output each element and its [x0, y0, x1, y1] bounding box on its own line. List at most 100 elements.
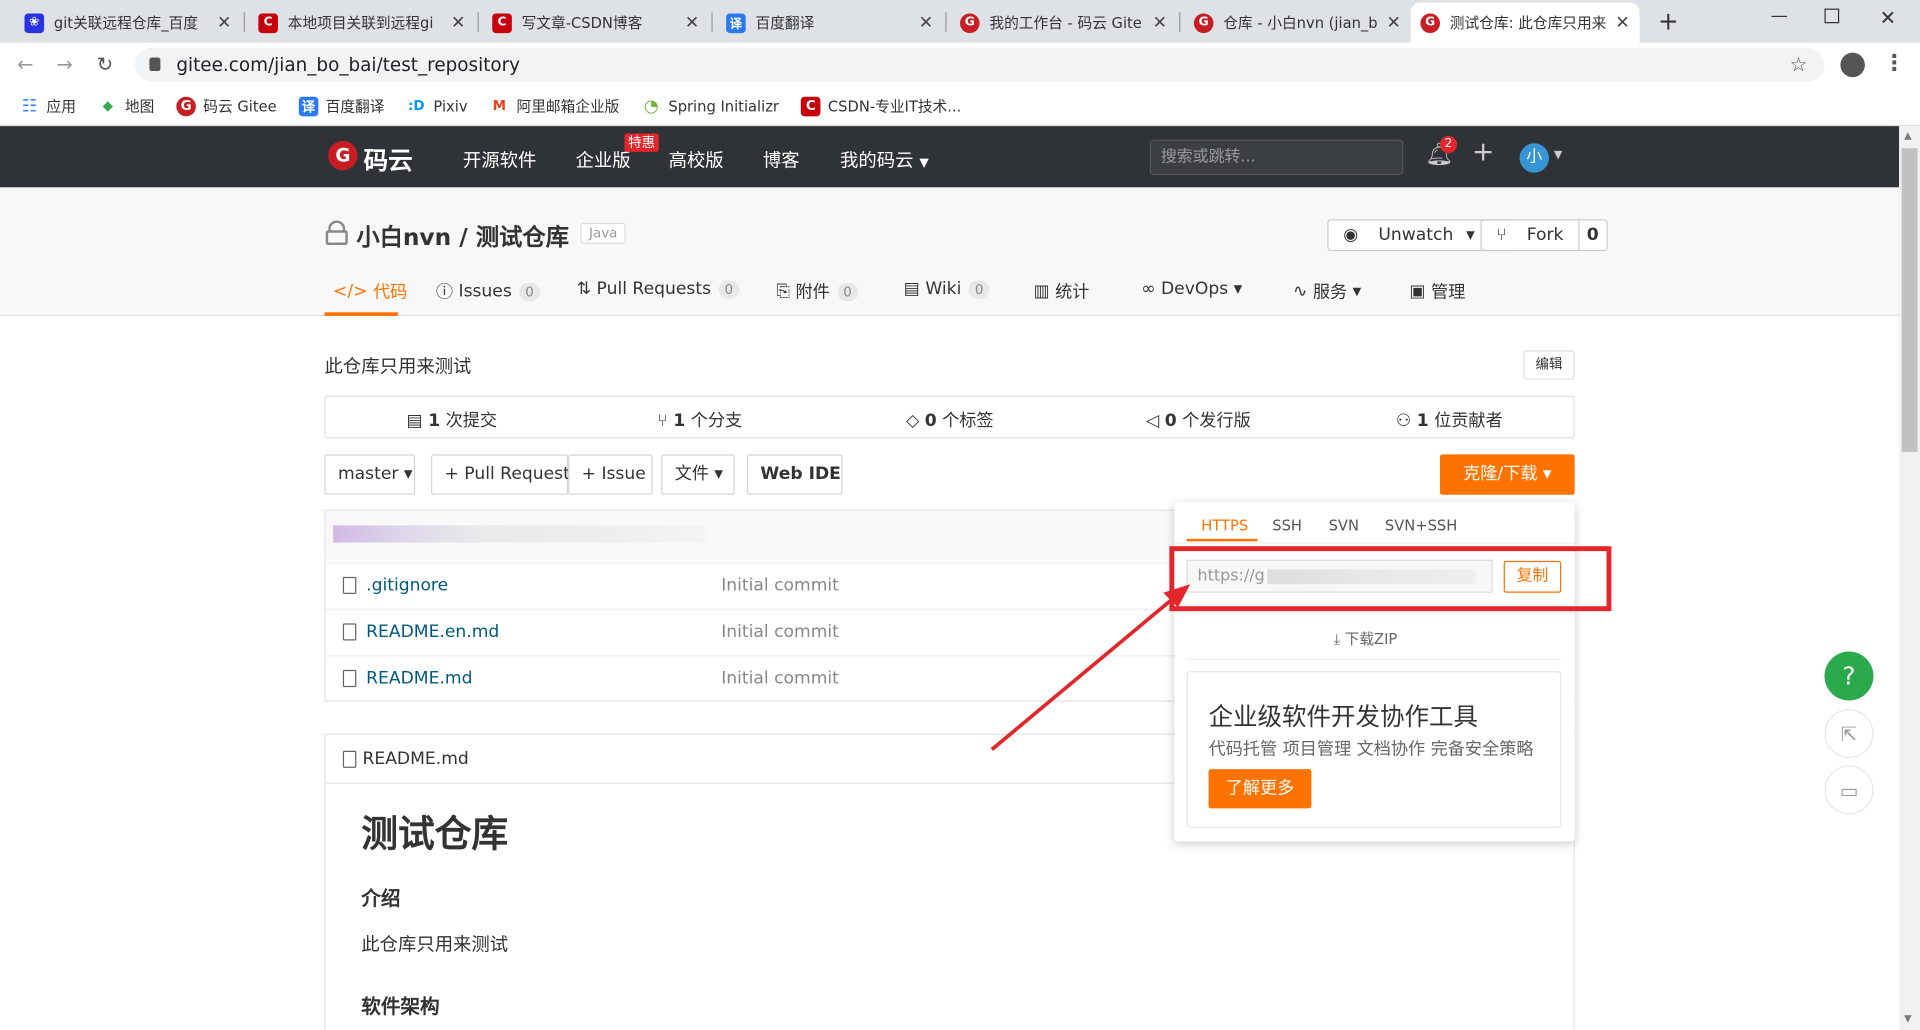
file-name[interactable]: README.en.md [366, 622, 499, 642]
profile-icon[interactable] [1840, 52, 1865, 78]
new-tab-button[interactable]: + [1658, 6, 1679, 35]
tab-services[interactable]: ∿ 服务 ▾ [1293, 279, 1361, 303]
close-icon[interactable]: ✕ [217, 13, 231, 33]
repo-owner[interactable]: 小白nvn [356, 224, 451, 251]
stat-commits[interactable]: ▤ 1 次提交 [407, 408, 497, 432]
tab-stats[interactable]: ▥ 统计 [1033, 279, 1089, 303]
send-icon: ◁ [1146, 411, 1165, 432]
bookmark-spring[interactable]: ◔ Spring Initializr [641, 96, 779, 116]
scroll-down-icon[interactable]: ▼ [1904, 1013, 1912, 1024]
scrollbar-thumb[interactable] [1901, 148, 1918, 452]
scroll-up-icon[interactable]: ▲ [1904, 130, 1912, 141]
bookmark-aliyun-mail[interactable]: M 阿里邮箱企业版 [490, 96, 620, 117]
close-window-icon[interactable]: ✕ [1880, 6, 1896, 29]
maximize-icon[interactable] [1824, 8, 1840, 24]
close-icon[interactable]: ✕ [919, 13, 933, 33]
bookmark-pixiv[interactable]: :D Pixiv [406, 96, 468, 116]
file-commit-message[interactable]: Initial commit [721, 622, 839, 642]
tab-wiki[interactable]: ▤ Wiki 0 [904, 279, 990, 299]
repo-description: 此仓库只用来测试 [324, 355, 472, 378]
branch-select[interactable]: master ▾ [324, 454, 416, 495]
nav-blog[interactable]: 博客 [763, 147, 800, 173]
tab-code[interactable]: </> 代码 [333, 279, 407, 303]
gitee-logo-icon[interactable]: G [328, 140, 358, 171]
language-badge[interactable]: Java [580, 222, 627, 244]
avatar[interactable]: 小 [1519, 143, 1549, 173]
edit-description-button[interactable]: 编辑 [1523, 350, 1575, 380]
bookmark-maps[interactable]: ◆ 地图 [98, 96, 155, 117]
stat-label: 个标签 [942, 411, 994, 432]
back-icon[interactable]: ← [17, 53, 33, 76]
browser-tab[interactable]: G 我的工作台 - 码云 Gite ✕ [950, 2, 1177, 42]
file-name[interactable]: .gitignore [366, 576, 448, 596]
learn-more-button[interactable]: 了解更多 [1208, 769, 1312, 809]
site-logo[interactable]: 码云 [364, 141, 413, 177]
tab-attachments[interactable]: ⎘ 附件 0 [776, 279, 858, 303]
tab-devops[interactable]: ∞ DevOps ▾ [1141, 279, 1242, 299]
promo-subtitle: 代码托管 项目管理 文档协作 完备安全策略 [1208, 739, 1534, 760]
share-icon[interactable]: ⇱ [1824, 709, 1874, 759]
forward-icon[interactable]: → [56, 53, 72, 76]
bookmark-apps[interactable]: ☷ 应用 [20, 96, 76, 117]
divider [1174, 612, 1575, 614]
browser-tab[interactable]: C 写文章-CSDN博客 ✕ [482, 2, 709, 42]
star-icon[interactable]: ☆ [1790, 48, 1808, 82]
bookmark-csdn[interactable]: C CSDN-专业IT技术... [800, 96, 961, 117]
watch-label: Unwatch [1378, 225, 1454, 245]
clone-tab-svn-ssh[interactable]: SVN+SSH [1385, 517, 1457, 534]
scrollbar[interactable]: ▲ ▼ [1899, 126, 1920, 1030]
clone-tab-https[interactable]: HTTPS [1201, 517, 1248, 534]
browser-tab[interactable]: ❀ git关联远程仓库_百度 ✕ [15, 2, 242, 42]
clone-tab-svn[interactable]: SVN [1329, 517, 1359, 534]
comment-icon[interactable]: ▭ [1824, 765, 1874, 815]
tab-issues[interactable]: ⓘ Issues 0 [436, 279, 540, 303]
close-icon[interactable]: ✕ [1386, 13, 1400, 33]
tab-pull-requests[interactable]: ⇅ Pull Requests 0 [576, 279, 740, 299]
download-zip-label: 下载ZIP [1344, 630, 1398, 648]
minimize-icon[interactable]: — [1771, 6, 1788, 26]
apps-icon: ☷ [21, 96, 38, 116]
url-input[interactable]: gitee.com/jian_bo_bai/test_repository ☆ [134, 47, 1825, 83]
stat-branches[interactable]: ⑂ 1 个分支 [658, 408, 743, 432]
stat-contributors[interactable]: ⚇ 1 位贡献者 [1396, 408, 1503, 432]
nav-university[interactable]: 高校版 [669, 147, 724, 173]
new-issue-button[interactable]: + Issue [568, 454, 653, 495]
help-button[interactable]: ? [1824, 651, 1874, 701]
nav-open-source[interactable]: 开源软件 [463, 147, 536, 173]
plus-icon[interactable]: + [1472, 137, 1495, 168]
close-icon[interactable]: ✕ [1153, 13, 1167, 33]
bookmark-gitee[interactable]: G 码云 Gitee [176, 96, 277, 117]
browser-tab[interactable]: C 本地项目关联到远程gi ✕ [249, 2, 476, 42]
file-commit-message[interactable]: Initial commit [721, 669, 839, 689]
new-pull-request-button[interactable]: + Pull Request [431, 454, 570, 495]
nav-my-gitee[interactable]: 我的码云 ▼ [840, 147, 929, 173]
clone-tab-ssh[interactable]: SSH [1272, 517, 1302, 534]
close-icon[interactable]: ✕ [1615, 13, 1629, 33]
fork-button[interactable]: ⑂ Fork 0 [1480, 219, 1608, 252]
pull-request-icon: ⇅ [576, 279, 597, 299]
fork-count[interactable]: 0 [1578, 220, 1606, 250]
file-menu-button[interactable]: 文件 ▾ [661, 454, 735, 495]
clone-download-button[interactable]: 克隆/下载 ▾ [1440, 454, 1575, 495]
stat-tags[interactable]: ◇ 0 个标签 [906, 408, 993, 432]
browser-tab[interactable]: G 仓库 - 小白nvn (jian_b ✕ [1184, 2, 1411, 42]
download-zip-link[interactable]: ⤓ 下载ZIP [1333, 628, 1397, 649]
divider [1186, 658, 1562, 661]
bookmark-translate[interactable]: 译百度翻译 [298, 96, 384, 117]
file-name[interactable]: README.md [366, 669, 472, 689]
search-input[interactable]: 搜索或跳转... [1149, 139, 1404, 176]
browser-tab-active[interactable]: G 测试仓库: 此仓库只用来 ✕ [1410, 2, 1640, 43]
reload-icon[interactable]: ↻ [97, 53, 113, 76]
nav-enterprise[interactable]: 企业版 [576, 147, 631, 173]
caret-down-icon[interactable]: ▼ [1554, 149, 1562, 161]
browser-tab[interactable]: 译百度翻译 ✕ [716, 2, 943, 42]
file-commit-message[interactable]: Initial commit [721, 576, 839, 596]
close-icon[interactable]: ✕ [685, 13, 699, 33]
repo-name[interactable]: 测试仓库 [476, 224, 569, 251]
close-icon[interactable]: ✕ [451, 13, 465, 33]
menu-icon[interactable]: ⋮ [1883, 50, 1905, 76]
tab-manage[interactable]: ▣ 管理 [1409, 279, 1465, 303]
stat-releases[interactable]: ◁ 0 个发行版 [1146, 408, 1251, 432]
gitee-icon: G [960, 12, 980, 33]
web-ide-button[interactable]: Web IDE [746, 454, 843, 495]
